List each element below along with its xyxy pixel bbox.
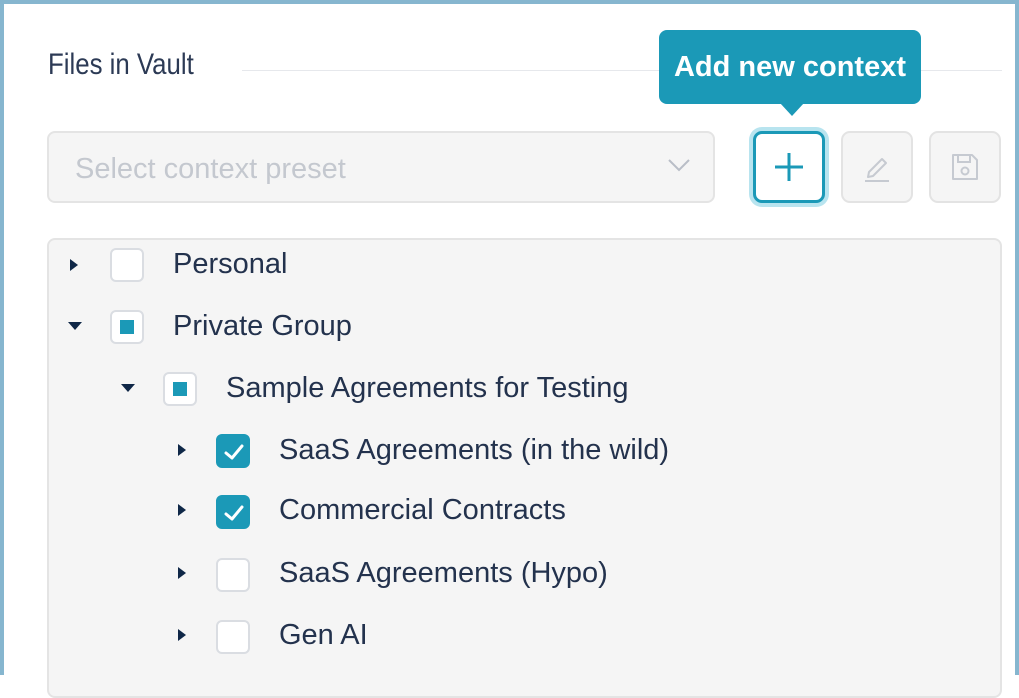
tree-item-label: Personal xyxy=(173,248,288,280)
caret-right-icon[interactable] xyxy=(178,444,186,456)
tree-item-label: Sample Agreements for Testing xyxy=(226,372,629,404)
checkbox-gen-ai[interactable] xyxy=(216,620,250,654)
tree-item-label: Gen AI xyxy=(279,619,368,651)
chevron-down-icon xyxy=(668,159,690,172)
caret-right-icon[interactable] xyxy=(178,504,186,516)
caret-down-icon[interactable] xyxy=(68,322,82,330)
checkbox-sample-agreements[interactable] xyxy=(163,372,197,406)
caret-right-icon[interactable] xyxy=(178,567,186,579)
floppy-disk-icon xyxy=(952,154,978,180)
checkbox-commercial-contracts[interactable] xyxy=(216,495,250,529)
caret-down-icon[interactable] xyxy=(121,384,135,392)
checkbox-personal[interactable] xyxy=(110,248,144,282)
section-title: Files in Vault xyxy=(48,48,194,81)
edit-context-button[interactable] xyxy=(841,131,913,203)
context-preset-select[interactable]: Select context preset xyxy=(47,131,715,203)
add-context-tooltip: Add new context xyxy=(659,30,921,104)
save-context-button[interactable] xyxy=(929,131,1001,203)
add-context-button[interactable] xyxy=(753,131,825,203)
file-tree-panel: Personal Private Group Sample Agreements… xyxy=(47,238,1002,698)
tree-item-label: SaaS Agreements (Hypo) xyxy=(279,557,608,589)
checkbox-saas-hypo[interactable] xyxy=(216,558,250,592)
plus-icon xyxy=(775,153,803,181)
tooltip-arrow xyxy=(780,103,804,116)
checkmark-icon xyxy=(224,505,244,521)
checkbox-private-group[interactable] xyxy=(110,310,144,344)
caret-right-icon[interactable] xyxy=(70,259,78,271)
checkmark-icon xyxy=(224,444,244,460)
tree-item-label: SaaS Agreements (in the wild) xyxy=(279,434,670,466)
checkbox-saas-wild[interactable] xyxy=(216,434,250,468)
tree-item-label: Private Group xyxy=(173,310,352,342)
pencil-icon xyxy=(865,158,889,182)
tree-item-label: Commercial Contracts xyxy=(279,494,566,526)
caret-right-icon[interactable] xyxy=(178,629,186,641)
context-preset-placeholder: Select context preset xyxy=(75,153,346,185)
